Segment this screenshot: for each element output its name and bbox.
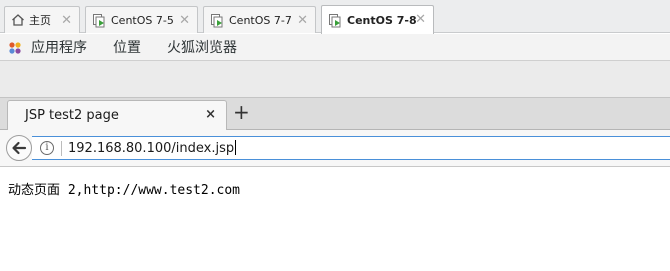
url-text[interactable]: 192.168.80.100/index.jsp [68,140,237,156]
vm-tab-label: CentOS 7-7 [229,13,292,27]
browser-tab[interactable]: JSP test2 page × [7,100,227,130]
applications-menu[interactable]: 应用程序 [31,37,87,57]
url-value: 192.168.80.100/index.jsp [68,141,235,156]
vm-tab-centos-7-8[interactable]: CentOS 7-8 ✕ [321,5,434,34]
gnome-top-panel: 应用程序 位置 火狐浏览器 [0,34,670,60]
applications-icon [9,42,21,54]
back-button[interactable] [6,135,32,161]
vm-tab-strip: 主页 ✕ CentOS 7-5 ✕ CentOS 7-7 ✕ CentOS 7-… [0,0,670,34]
close-icon[interactable]: ✕ [61,13,72,28]
vm-tab-home[interactable]: 主页 ✕ [4,6,80,33]
url-separator [61,141,62,156]
url-bar[interactable]: i 192.168.80.100/index.jsp [32,136,670,160]
window-titlebar [0,60,670,98]
info-icon[interactable]: i [40,141,54,155]
browser-tab-bar: JSP test2 page × + [0,98,670,130]
vm-icon [329,13,341,27]
close-icon[interactable]: ✕ [415,12,426,27]
navigation-bar: i 192.168.80.100/index.jsp [0,130,670,167]
vm-tab-label: CentOS 7-5 [111,13,174,27]
vm-tab-centos-7-7[interactable]: CentOS 7-7 ✕ [203,6,316,33]
page-text: 动态页面 2,http://www.test2.com [8,183,241,198]
back-arrow-icon [12,141,27,155]
places-menu[interactable]: 位置 [113,37,141,57]
browser-tab-title: JSP test2 page [25,108,119,123]
vm-icon [211,13,223,27]
firefox-menu[interactable]: 火狐浏览器 [167,37,237,57]
close-icon[interactable]: ✕ [297,13,308,28]
new-tab-button[interactable]: + [233,102,250,122]
vm-tab-label: CentOS 7-8 [347,13,417,27]
vm-tab-centos-7-5[interactable]: CentOS 7-5 ✕ [85,6,198,33]
vm-tab-label: 主页 [29,14,51,27]
vm-icon [93,13,105,27]
home-icon [12,14,24,26]
close-tab-icon[interactable]: × [205,107,216,122]
close-icon[interactable]: ✕ [179,13,190,28]
text-caret [235,140,237,155]
page-content: 动态页面 2,http://www.test2.com [0,168,670,271]
